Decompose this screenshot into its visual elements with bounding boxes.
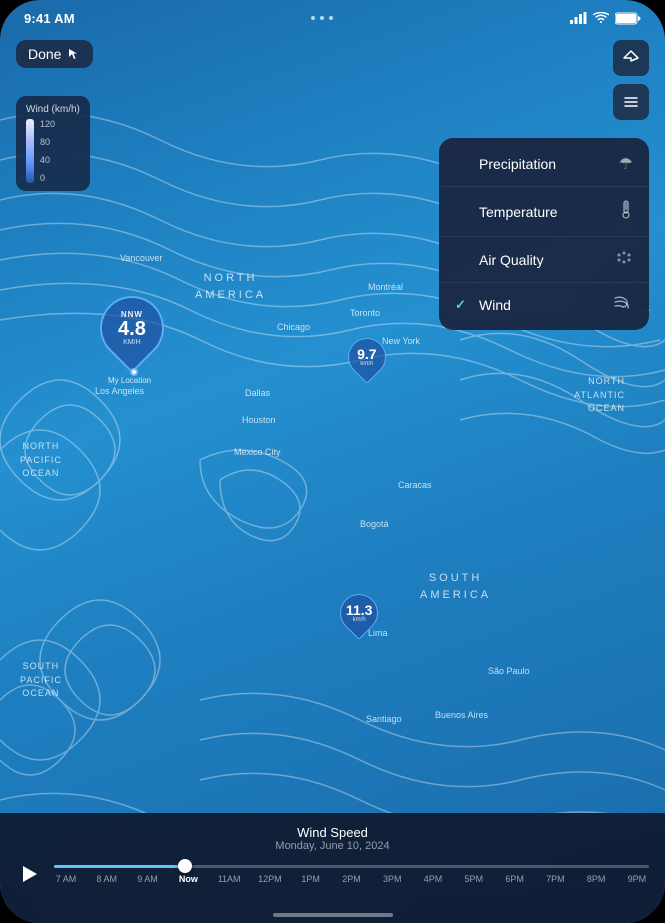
wind-legend-title: Wind (km/h) xyxy=(26,104,80,115)
timeline-label-8pm: 8PM xyxy=(584,874,608,884)
scale-0: 0 xyxy=(40,173,55,183)
precipitation-label: Precipitation xyxy=(479,156,556,172)
timeline-label-2pm: 2PM xyxy=(339,874,363,884)
play-button[interactable] xyxy=(16,860,44,888)
wind-legend: Wind (km/h) 120 80 40 0 xyxy=(16,96,90,191)
status-bar: 9:41 AM xyxy=(0,0,665,36)
layer-item-wind-left: ✓ Wind xyxy=(455,297,511,313)
layer-item-temperature[interactable]: Temperature xyxy=(439,187,649,237)
layer-item-precipitation[interactable]: Precipitation ☂ xyxy=(439,142,649,187)
wind-scale-labels: 120 80 40 0 xyxy=(40,119,55,183)
timeline-labels: 7 AM 8 AM 9 AM Now 11AM 12PM 1PM 2PM 3PM… xyxy=(54,874,649,884)
timeline-label-8am: 8 AM xyxy=(95,874,119,884)
layers-button[interactable] xyxy=(613,84,649,120)
temperature-label: Temperature xyxy=(479,204,558,220)
layer-item-temperature-left: Temperature xyxy=(455,204,558,220)
signal-icon xyxy=(570,12,587,24)
timeline-label-3pm: 3PM xyxy=(380,874,404,884)
home-indicator xyxy=(273,913,393,917)
timeline-title: Wind Speed xyxy=(16,825,649,840)
my-location-label: My Location xyxy=(108,376,151,385)
wind-unit-ny: km/h xyxy=(357,361,376,367)
wind-bubble-ny[interactable]: 9.7 km/h xyxy=(348,338,386,376)
air-quality-label: Air Quality xyxy=(479,252,544,268)
wind-label: Wind xyxy=(479,297,511,313)
timeline-label-9pm: 9PM xyxy=(625,874,649,884)
timeline-label-1pm: 1PM xyxy=(299,874,323,884)
wind-speed-lima: 11.3 xyxy=(346,603,372,617)
timeline-fill xyxy=(54,865,185,868)
timeline-label-6pm: 6PM xyxy=(503,874,527,884)
timeline-label-4pm: 4PM xyxy=(421,874,445,884)
timeline-label-9am: 9 AM xyxy=(136,874,160,884)
wind-speed-main: 4.8 xyxy=(118,319,146,339)
location-arrow-icon xyxy=(622,49,640,67)
wind-bubble-location[interactable]: NNW 4.8 KM/H xyxy=(100,296,164,360)
air-quality-icon xyxy=(615,249,633,270)
scale-40: 40 xyxy=(40,155,55,165)
wind-lines-icon xyxy=(613,295,633,309)
status-time: 9:41 AM xyxy=(24,11,75,26)
timeline-thumb[interactable] xyxy=(178,859,192,873)
layer-item-wind[interactable]: ✓ Wind xyxy=(439,283,649,326)
thermometer-icon xyxy=(619,199,633,219)
right-toolbar xyxy=(613,40,649,120)
status-center xyxy=(311,16,333,20)
location-button[interactable] xyxy=(613,40,649,76)
my-location-pin xyxy=(130,368,138,376)
layer-item-precipitation-left: Precipitation xyxy=(455,156,556,172)
timeline-track-wrap[interactable]: 7 AM 8 AM 9 AM Now 11AM 12PM 1PM 2PM 3PM… xyxy=(54,865,649,884)
layer-item-air-quality-left: Air Quality xyxy=(455,252,544,268)
wifi-icon xyxy=(593,12,609,24)
layers-icon xyxy=(622,93,640,111)
precipitation-icon: ☂ xyxy=(619,154,633,174)
timeline-bar: Wind Speed Monday, June 10, 2024 7 AM 8 … xyxy=(0,813,665,923)
timeline-label-7am: 7 AM xyxy=(54,874,78,884)
temperature-icon xyxy=(619,199,633,224)
wind-legend-scale: 120 80 40 0 xyxy=(26,119,80,183)
timeline-label-11am: 11AM xyxy=(217,874,241,884)
wind-direction: NNW xyxy=(118,310,146,319)
battery-icon xyxy=(615,12,641,25)
timeline-label-12pm: 12PM xyxy=(258,874,282,884)
wind-unit-main: KM/H xyxy=(118,339,146,346)
scale-120: 120 xyxy=(40,119,55,129)
wind-gradient-bar xyxy=(26,119,34,183)
timeline-header: Wind Speed Monday, June 10, 2024 xyxy=(16,825,649,852)
timeline-label-now: Now xyxy=(176,874,200,884)
wind-unit-lima: km/h xyxy=(346,617,372,623)
timeline-date: Monday, June 10, 2024 xyxy=(16,840,649,852)
status-right xyxy=(570,12,641,25)
cursor-icon xyxy=(67,47,81,61)
top-toolbar: Done xyxy=(0,40,665,120)
wind-bubble-lima[interactable]: 11.3 km/h xyxy=(340,594,378,632)
done-button[interactable]: Done xyxy=(16,40,93,68)
wind-icon xyxy=(613,295,633,314)
scale-80: 80 xyxy=(40,137,55,147)
layer-item-air-quality[interactable]: Air Quality xyxy=(439,237,649,283)
wind-check: ✓ xyxy=(455,297,471,313)
timeline-controls: 7 AM 8 AM 9 AM Now 11AM 12PM 1PM 2PM 3PM… xyxy=(16,860,649,888)
play-icon xyxy=(23,866,37,882)
timeline-track[interactable] xyxy=(54,865,649,868)
layer-menu: Precipitation ☂ Temperature Air Quali xyxy=(439,138,649,330)
air-dots-icon xyxy=(615,249,633,265)
wind-speed-ny: 9.7 xyxy=(357,347,376,361)
timeline-label-7pm: 7PM xyxy=(543,874,567,884)
done-label: Done xyxy=(28,46,61,62)
timeline-label-5pm: 5PM xyxy=(462,874,486,884)
